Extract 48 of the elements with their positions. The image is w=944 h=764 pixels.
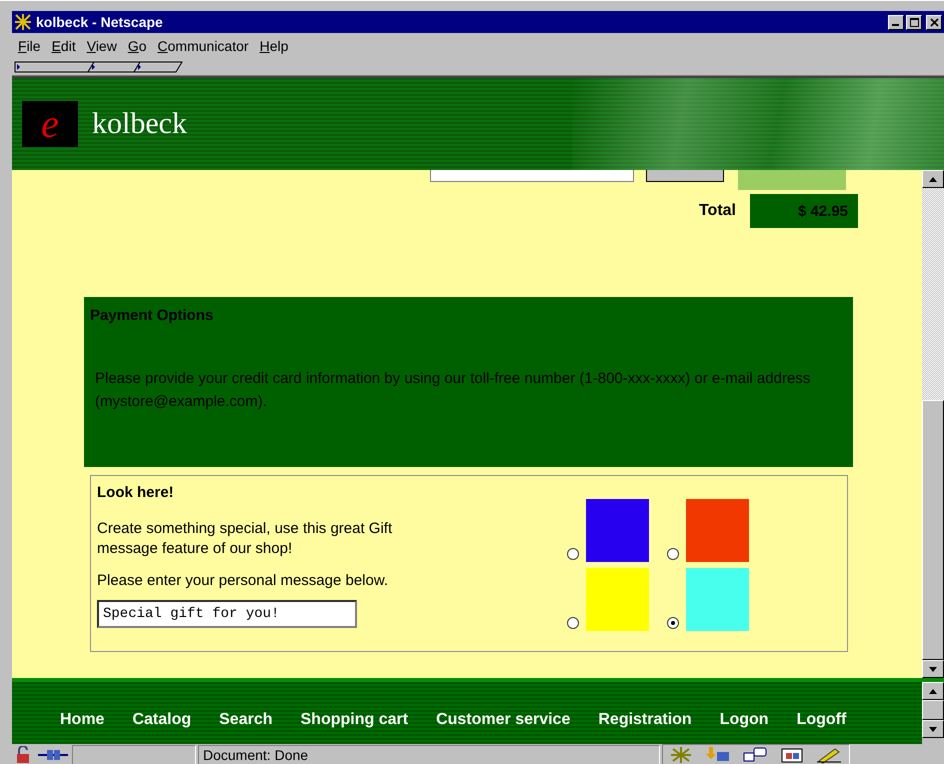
color-swatch[interactable] (586, 499, 649, 562)
caret-down-icon (929, 666, 937, 672)
color-swatch[interactable] (686, 568, 749, 631)
maximize-icon (910, 18, 918, 26)
gift-title: Look here! (97, 483, 175, 503)
update-button[interactable] (646, 170, 724, 182)
window-title: kolbeck - Netscape (36, 14, 163, 30)
maximize-button[interactable] (906, 14, 922, 30)
close-button[interactable] (926, 14, 942, 30)
radio-button[interactable] (567, 617, 579, 629)
total-value: $ 42.95 (750, 194, 858, 228)
color-swatch[interactable] (586, 568, 649, 631)
radio-button[interactable] (667, 617, 679, 629)
gift-prompt-text: Please enter your personal message below. (97, 571, 390, 591)
total-label: Total (698, 202, 736, 220)
menu-item[interactable]: Edit (52, 38, 76, 54)
dropdown-field[interactable] (430, 170, 634, 182)
menu-item[interactable]: Go (128, 38, 147, 54)
pen-icon (815, 746, 843, 764)
nav-link[interactable]: Shopping cart (300, 711, 408, 729)
radio-button[interactable] (667, 548, 679, 560)
menu-item[interactable]: View (86, 38, 117, 54)
minimize-button[interactable] (888, 14, 904, 30)
vertical-scrollbar[interactable] (922, 170, 944, 678)
caret-down-icon (929, 726, 937, 732)
color-swatch[interactable] (686, 499, 749, 562)
menu-item[interactable]: Communicator (158, 38, 249, 54)
close-icon (930, 18, 938, 26)
site-name: kolbeck (92, 107, 187, 141)
nav-link[interactable]: Search (219, 711, 272, 729)
menu-item[interactable]: File (18, 38, 41, 54)
radio-button[interactable] (567, 548, 579, 560)
gift-intro-text: Create something special, use this great Gift message feature of our shop! (97, 519, 394, 559)
nav-link[interactable]: Registration (598, 711, 692, 729)
caret-up-icon (929, 688, 937, 694)
nav-link[interactable]: Catalog (132, 711, 192, 729)
nav-link[interactable]: Logon (720, 711, 769, 729)
logo-badge: e (22, 101, 78, 147)
nav-link[interactable]: Logoff (796, 711, 846, 729)
payment-text: Please provide your credit card information by using our toll-free number (1-800-xxx-xxxx) or e-mail address (mystore@example.com). (94, 369, 812, 412)
nav-link[interactable]: Home (60, 711, 104, 729)
nav-link[interactable]: Customer service (436, 711, 570, 729)
nav-scrollbar[interactable] (922, 682, 944, 744)
caret-up-icon (929, 176, 937, 182)
message-input-field[interactable]: Special gift for you! (97, 600, 357, 628)
menu-item[interactable]: Help (260, 38, 288, 54)
status-text: Document: Done (198, 745, 660, 764)
payment-title: Payment Options (90, 307, 214, 324)
